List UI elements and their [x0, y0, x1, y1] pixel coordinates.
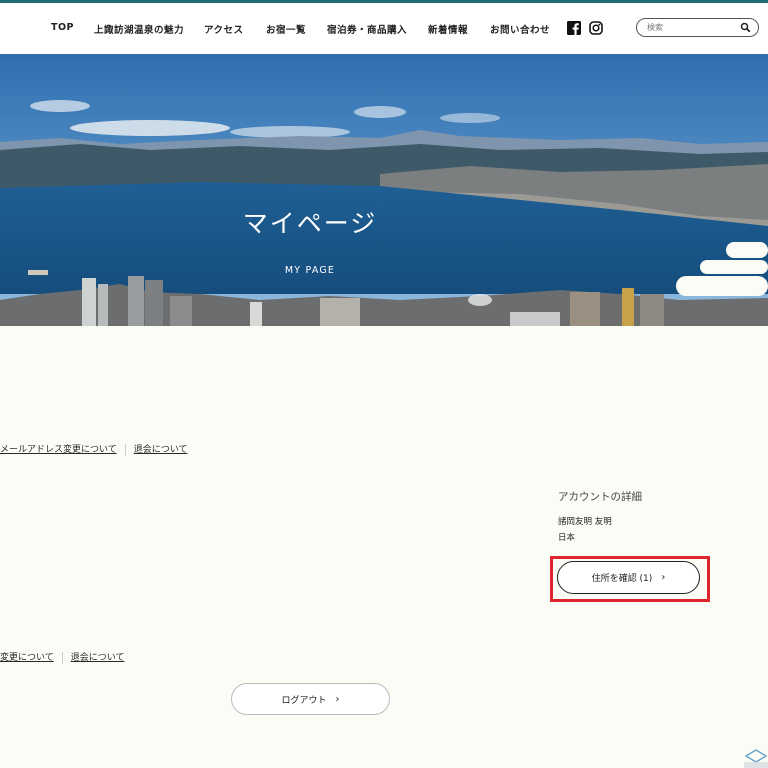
- nav-top[interactable]: TOP: [51, 22, 74, 33]
- link-divider: [124, 443, 126, 456]
- page-top-icon[interactable]: [744, 746, 768, 768]
- nav-access[interactable]: アクセス: [204, 22, 244, 36]
- view-address-label: 住所を確認 (1): [591, 574, 653, 584]
- search-input[interactable]: [647, 21, 737, 34]
- chevron-right-icon: ›: [661, 572, 666, 583]
- account-links-top: メールアドレス変更について 退会について: [0, 442, 187, 456]
- logout-button[interactable]: ログアウト ›: [231, 683, 390, 715]
- logout-label: ログアウト: [281, 695, 327, 706]
- hero-banner: マイページ MY PAGE: [0, 54, 768, 326]
- nav-purchase[interactable]: 宿泊券・商品購入: [327, 22, 407, 36]
- search-box[interactable]: [636, 18, 759, 37]
- email-change-link[interactable]: メールアドレス変更について: [0, 445, 117, 455]
- email-change-link-bottom[interactable]: 変更について: [0, 653, 54, 663]
- chevron-right-icon: ›: [335, 693, 340, 705]
- nav-news[interactable]: 新着情報: [428, 22, 468, 36]
- search-icon[interactable]: [740, 22, 751, 33]
- facebook-icon[interactable]: [567, 21, 581, 35]
- site-header: TOP 上諏訪湖温泉の魅力 アクセス お宿一覧 宿泊券・商品購入 新着情報 お問…: [0, 3, 768, 54]
- account-country: 日本: [558, 533, 576, 543]
- instagram-icon[interactable]: [589, 21, 603, 35]
- page-subtitle: MY PAGE: [284, 265, 336, 276]
- account-links-bottom: 変更について 退会について: [0, 650, 124, 664]
- withdraw-link-bottom[interactable]: 退会について: [71, 653, 125, 663]
- page-title: マイページ: [242, 209, 378, 238]
- link-divider: [61, 651, 63, 664]
- lake-city-photo: [0, 54, 768, 326]
- account-name: 諸岡友明 友明: [558, 517, 612, 527]
- nav-inns[interactable]: お宿一覧: [266, 22, 306, 36]
- nav-charm[interactable]: 上諏訪湖温泉の魅力: [94, 22, 184, 36]
- account-details-heading: アカウントの詳細: [558, 491, 642, 503]
- withdraw-link[interactable]: 退会について: [134, 445, 188, 455]
- nav-contact[interactable]: お問い合わせ: [490, 22, 550, 36]
- view-address-button[interactable]: 住所を確認 (1) ›: [557, 561, 700, 594]
